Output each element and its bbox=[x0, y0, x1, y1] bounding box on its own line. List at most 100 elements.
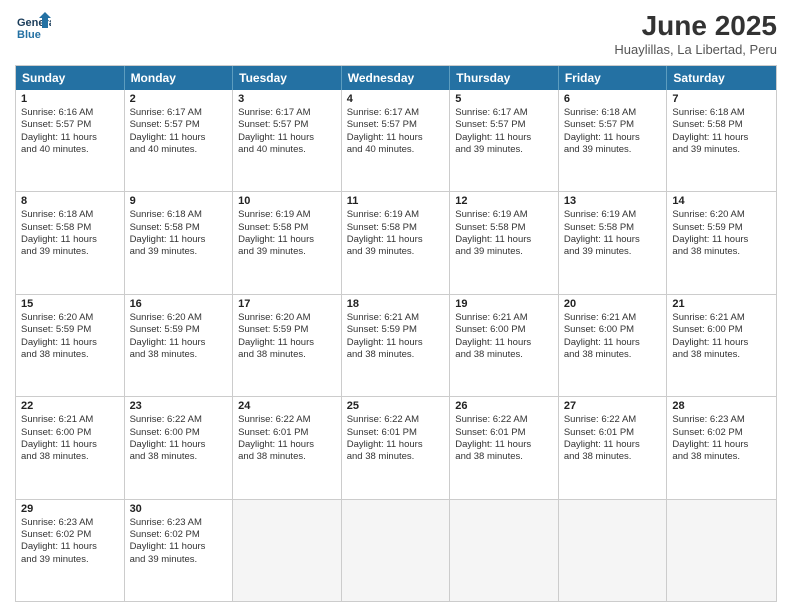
cell-text-line: and 38 minutes. bbox=[238, 349, 336, 361]
cell-text-line: and 38 minutes. bbox=[130, 451, 228, 463]
day-number-24: 24 bbox=[238, 400, 336, 412]
day-cell-11: 11Sunrise: 6:19 AMSunset: 5:58 PMDayligh… bbox=[342, 192, 451, 293]
cell-text-line: Daylight: 11 hours bbox=[130, 234, 228, 246]
empty-cell-4-4 bbox=[450, 500, 559, 601]
cell-text-line: and 38 minutes. bbox=[130, 349, 228, 361]
cell-text-line: Sunrise: 6:23 AM bbox=[21, 517, 119, 529]
day-cell-14: 14Sunrise: 6:20 AMSunset: 5:59 PMDayligh… bbox=[667, 192, 776, 293]
cell-text-line: Sunset: 6:01 PM bbox=[455, 427, 553, 439]
cell-text-line: Sunrise: 6:17 AM bbox=[238, 107, 336, 119]
cell-text-line: and 39 minutes. bbox=[455, 246, 553, 258]
day-cell-26: 26Sunrise: 6:22 AMSunset: 6:01 PMDayligh… bbox=[450, 397, 559, 498]
calendar-row-4: 22Sunrise: 6:21 AMSunset: 6:00 PMDayligh… bbox=[16, 396, 776, 498]
day-number-21: 21 bbox=[672, 298, 771, 310]
cell-text-line: and 38 minutes. bbox=[455, 349, 553, 361]
cell-text-line: and 40 minutes. bbox=[21, 144, 119, 156]
day-number-27: 27 bbox=[564, 400, 662, 412]
cell-text-line: Sunrise: 6:19 AM bbox=[238, 209, 336, 221]
cell-text-line: and 38 minutes. bbox=[347, 349, 445, 361]
day-number-15: 15 bbox=[21, 298, 119, 310]
cell-text-line: Daylight: 11 hours bbox=[130, 337, 228, 349]
cell-text-line: Sunrise: 6:19 AM bbox=[347, 209, 445, 221]
day-number-13: 13 bbox=[564, 195, 662, 207]
day-number-11: 11 bbox=[347, 195, 445, 207]
cell-text-line: Sunset: 5:59 PM bbox=[21, 324, 119, 336]
day-cell-2: 2Sunrise: 6:17 AMSunset: 5:57 PMDaylight… bbox=[125, 90, 234, 191]
cell-text-line: Daylight: 11 hours bbox=[238, 234, 336, 246]
calendar-row-2: 8Sunrise: 6:18 AMSunset: 5:58 PMDaylight… bbox=[16, 191, 776, 293]
header-saturday: Saturday bbox=[667, 66, 776, 90]
cell-text-line: Daylight: 11 hours bbox=[21, 439, 119, 451]
cell-text-line: Sunrise: 6:21 AM bbox=[672, 312, 771, 324]
day-cell-1: 1Sunrise: 6:16 AMSunset: 5:57 PMDaylight… bbox=[16, 90, 125, 191]
cell-text-line: Sunrise: 6:21 AM bbox=[564, 312, 662, 324]
day-number-3: 3 bbox=[238, 93, 336, 105]
cell-text-line: and 39 minutes. bbox=[672, 144, 771, 156]
cell-text-line: Sunrise: 6:21 AM bbox=[21, 414, 119, 426]
cell-text-line: and 38 minutes. bbox=[564, 349, 662, 361]
cell-text-line: and 38 minutes. bbox=[455, 451, 553, 463]
logo-svg: General Blue bbox=[15, 10, 51, 46]
day-number-1: 1 bbox=[21, 93, 119, 105]
cell-text-line: Sunset: 5:57 PM bbox=[564, 119, 662, 131]
day-cell-29: 29Sunrise: 6:23 AMSunset: 6:02 PMDayligh… bbox=[16, 500, 125, 601]
cell-text-line: Sunrise: 6:23 AM bbox=[672, 414, 771, 426]
cell-text-line: Daylight: 11 hours bbox=[455, 234, 553, 246]
day-number-28: 28 bbox=[672, 400, 771, 412]
cell-text-line: Sunset: 6:00 PM bbox=[130, 427, 228, 439]
day-number-29: 29 bbox=[21, 503, 119, 515]
cell-text-line: Sunset: 5:58 PM bbox=[564, 222, 662, 234]
day-number-30: 30 bbox=[130, 503, 228, 515]
cell-text-line: Sunrise: 6:18 AM bbox=[130, 209, 228, 221]
day-cell-27: 27Sunrise: 6:22 AMSunset: 6:01 PMDayligh… bbox=[559, 397, 668, 498]
day-cell-3: 3Sunrise: 6:17 AMSunset: 5:57 PMDaylight… bbox=[233, 90, 342, 191]
day-cell-24: 24Sunrise: 6:22 AMSunset: 6:01 PMDayligh… bbox=[233, 397, 342, 498]
cell-text-line: Daylight: 11 hours bbox=[564, 132, 662, 144]
cell-text-line: and 40 minutes. bbox=[347, 144, 445, 156]
cell-text-line: and 38 minutes. bbox=[672, 349, 771, 361]
day-cell-4: 4Sunrise: 6:17 AMSunset: 5:57 PMDaylight… bbox=[342, 90, 451, 191]
cell-text-line: and 38 minutes. bbox=[672, 246, 771, 258]
cell-text-line: Sunrise: 6:18 AM bbox=[564, 107, 662, 119]
day-number-20: 20 bbox=[564, 298, 662, 310]
cell-text-line: Sunset: 6:00 PM bbox=[455, 324, 553, 336]
cell-text-line: Daylight: 11 hours bbox=[21, 541, 119, 553]
cell-text-line: Sunrise: 6:22 AM bbox=[130, 414, 228, 426]
calendar: SundayMondayTuesdayWednesdayThursdayFrid… bbox=[15, 65, 777, 602]
day-number-17: 17 bbox=[238, 298, 336, 310]
cell-text-line: Sunrise: 6:21 AM bbox=[455, 312, 553, 324]
cell-text-line: and 38 minutes. bbox=[238, 451, 336, 463]
cell-text-line: Sunrise: 6:23 AM bbox=[130, 517, 228, 529]
day-cell-18: 18Sunrise: 6:21 AMSunset: 5:59 PMDayligh… bbox=[342, 295, 451, 396]
cell-text-line: Daylight: 11 hours bbox=[238, 337, 336, 349]
cell-text-line: Sunrise: 6:20 AM bbox=[238, 312, 336, 324]
cell-text-line: Daylight: 11 hours bbox=[455, 439, 553, 451]
cell-text-line: Sunset: 5:59 PM bbox=[672, 222, 771, 234]
cell-text-line: Sunrise: 6:18 AM bbox=[672, 107, 771, 119]
day-number-16: 16 bbox=[130, 298, 228, 310]
day-cell-7: 7Sunrise: 6:18 AMSunset: 5:58 PMDaylight… bbox=[667, 90, 776, 191]
calendar-row-5: 29Sunrise: 6:23 AMSunset: 6:02 PMDayligh… bbox=[16, 499, 776, 601]
cell-text-line: Sunrise: 6:22 AM bbox=[238, 414, 336, 426]
cell-text-line: and 39 minutes. bbox=[21, 246, 119, 258]
cell-text-line: and 38 minutes. bbox=[347, 451, 445, 463]
cell-text-line: Daylight: 11 hours bbox=[564, 439, 662, 451]
day-number-4: 4 bbox=[347, 93, 445, 105]
cell-text-line: Daylight: 11 hours bbox=[564, 234, 662, 246]
cell-text-line: Daylight: 11 hours bbox=[130, 439, 228, 451]
cell-text-line: Sunrise: 6:21 AM bbox=[347, 312, 445, 324]
day-number-6: 6 bbox=[564, 93, 662, 105]
cell-text-line: Sunset: 5:57 PM bbox=[238, 119, 336, 131]
cell-text-line: and 38 minutes. bbox=[564, 451, 662, 463]
cell-text-line: Sunset: 6:02 PM bbox=[130, 529, 228, 541]
day-cell-22: 22Sunrise: 6:21 AMSunset: 6:00 PMDayligh… bbox=[16, 397, 125, 498]
cell-text-line: and 39 minutes. bbox=[347, 246, 445, 258]
empty-cell-4-5 bbox=[559, 500, 668, 601]
calendar-row-1: 1Sunrise: 6:16 AMSunset: 5:57 PMDaylight… bbox=[16, 90, 776, 191]
location: Huaylillas, La Libertad, Peru bbox=[614, 42, 777, 57]
cell-text-line: and 38 minutes. bbox=[21, 349, 119, 361]
day-number-7: 7 bbox=[672, 93, 771, 105]
day-cell-16: 16Sunrise: 6:20 AMSunset: 5:59 PMDayligh… bbox=[125, 295, 234, 396]
cell-text-line: and 39 minutes. bbox=[238, 246, 336, 258]
cell-text-line: and 39 minutes. bbox=[564, 246, 662, 258]
